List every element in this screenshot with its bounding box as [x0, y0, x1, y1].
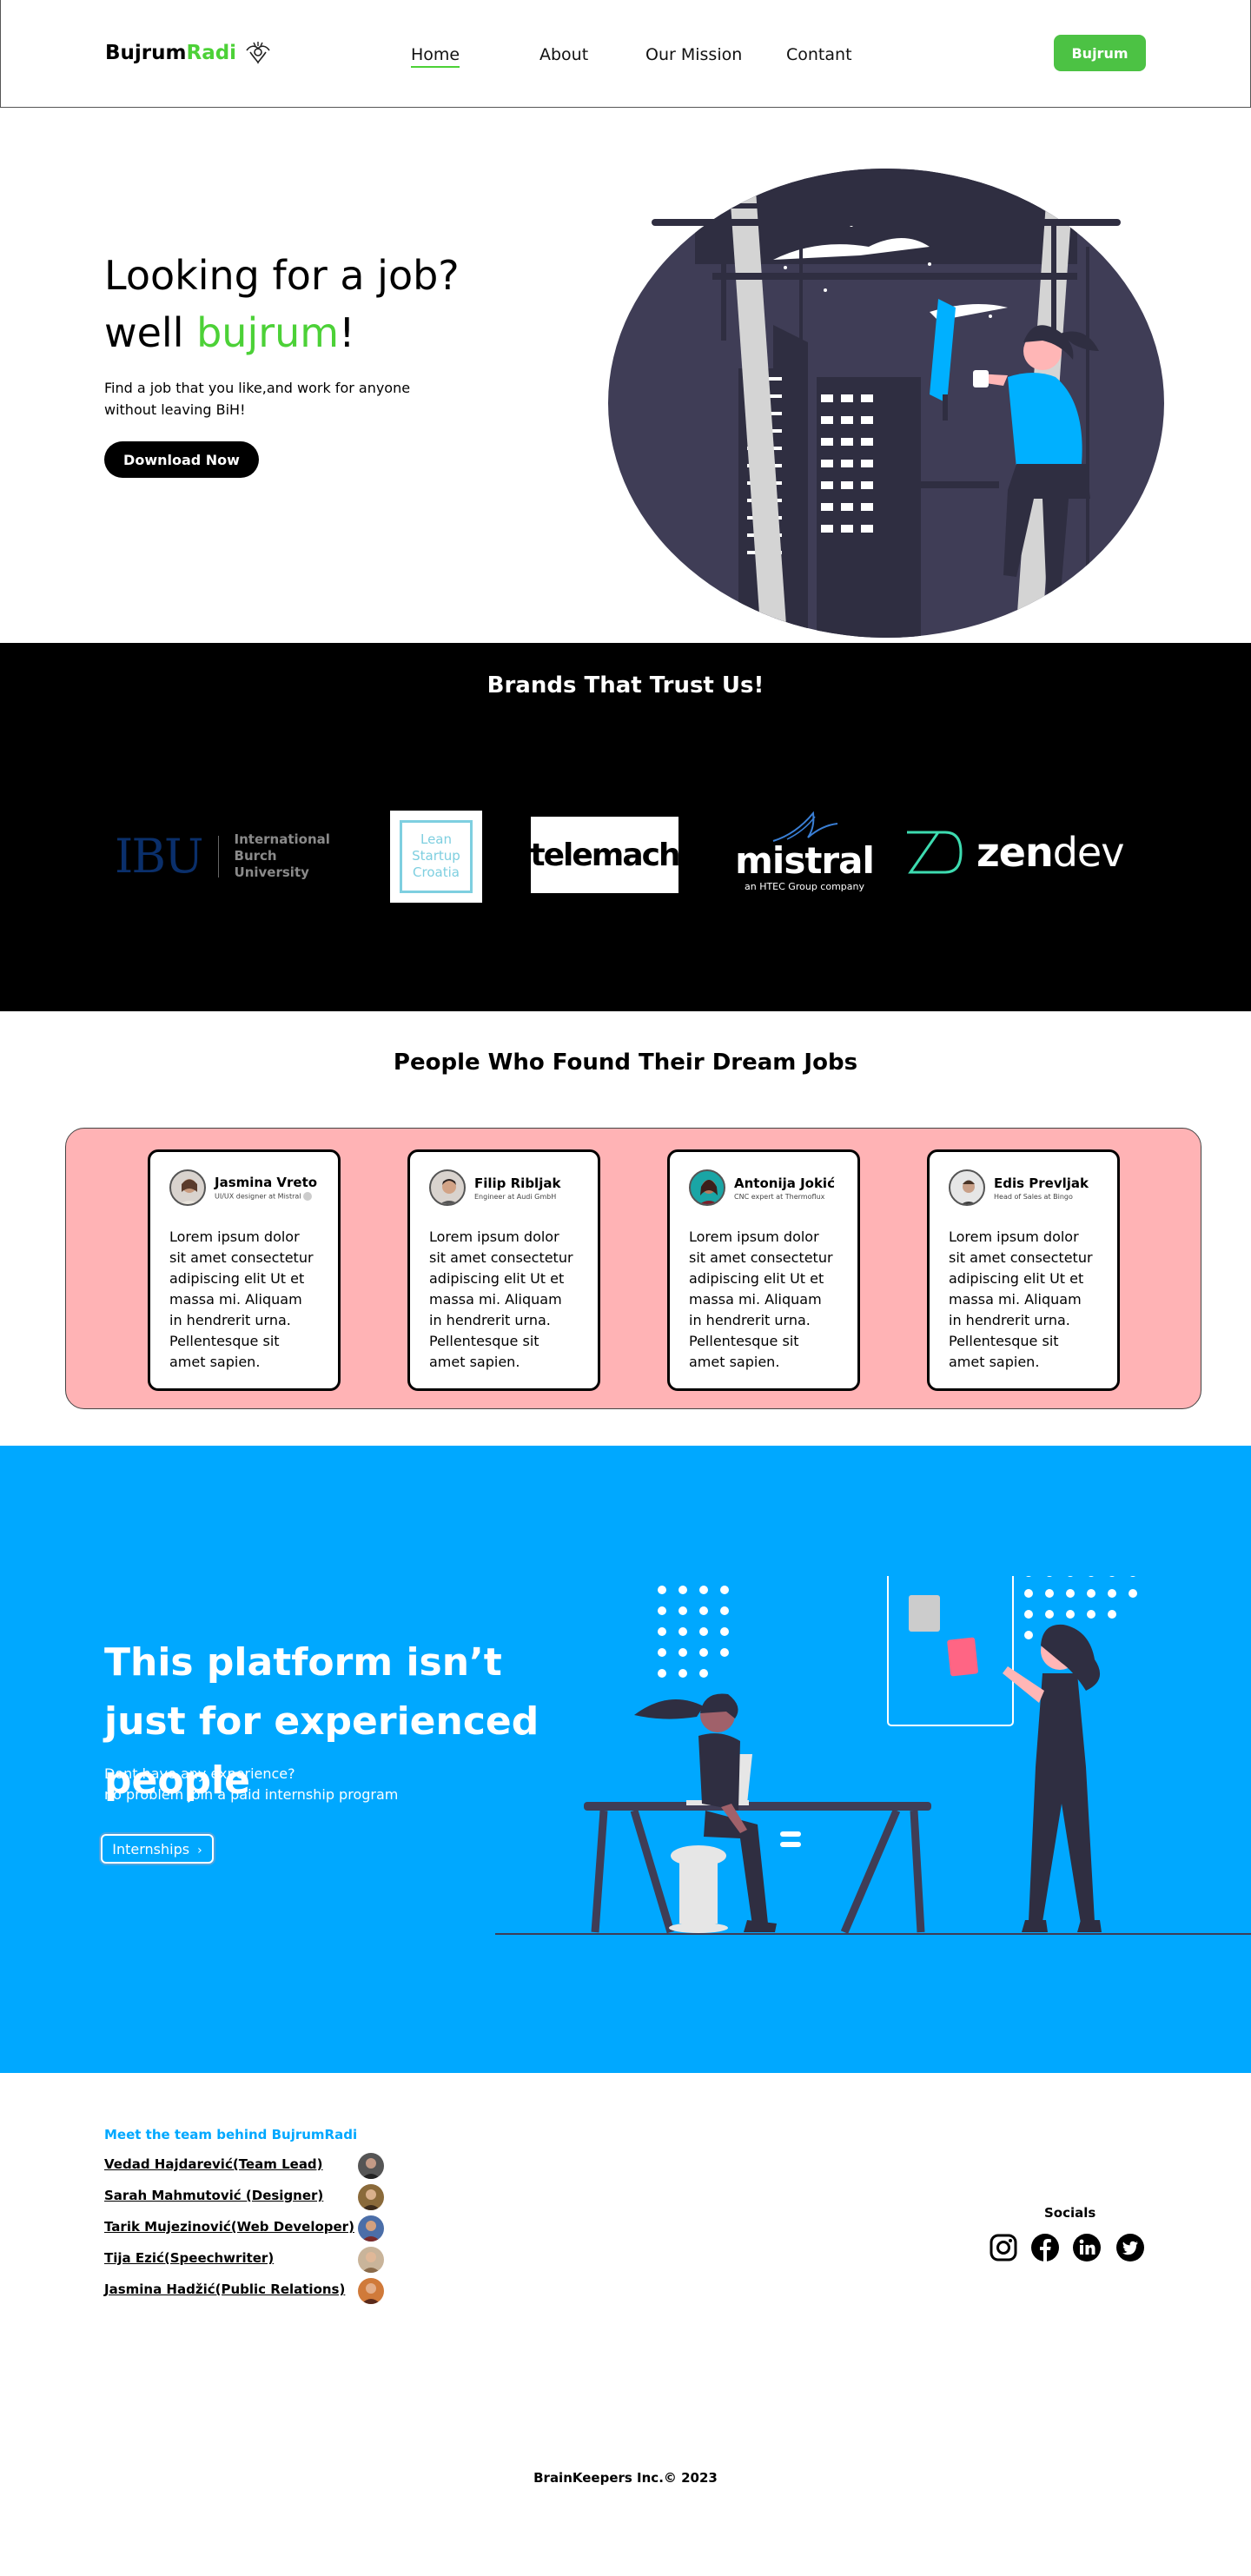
avatar [429, 1169, 466, 1206]
team-member-link[interactable]: Tija Ezić(Speechwriter) [104, 2250, 274, 2266]
nav-link-about[interactable]: About [539, 45, 588, 64]
team-member-link[interactable]: Jasmina Hadžić(Public Relations) [104, 2281, 345, 2297]
avatar [358, 2215, 384, 2242]
hero-title-line2-pre: well [104, 309, 197, 356]
lean-line-1: Lean [420, 831, 453, 847]
card-text: Lorem ipsum dolor sit amet consectetur a… [949, 1228, 1093, 1370]
logo-text-accent: Radi [186, 42, 237, 64]
card-role: Engineer at Audi GmbH [474, 1192, 557, 1201]
lean-startup-croatia-logo: Lean Startup Croatia [390, 811, 482, 903]
card-name: Jasmina Vreto [215, 1175, 318, 1190]
card-role-text: UI/UX designer at Mistral [215, 1192, 301, 1201]
avatar [689, 1169, 725, 1206]
card-role: Head of Sales at Bingo [994, 1192, 1073, 1201]
avatar [169, 1169, 206, 1206]
testimonials-panel: Jasmina Vreto UI/UX designer at Mistral … [65, 1128, 1201, 1409]
avatar [358, 2278, 384, 2304]
ibu-logo-text: International Burch University [235, 831, 330, 881]
internships-button[interactable]: Internships › [101, 1834, 214, 1864]
ibu-logo-mark: IBU [115, 829, 204, 884]
ibu-line-1: International [234, 831, 330, 847]
hero-title: Looking for a job? well bujrum! [104, 247, 460, 361]
telemach-logo: telemach [530, 817, 681, 893]
chevron-right-icon: › [197, 1843, 202, 1858]
avatar [949, 1169, 985, 1206]
lean-line-2: Startup [412, 848, 460, 864]
card-name: Edis Prevljak [994, 1175, 1089, 1191]
card-header: Edis Prevljak Head of Sales at Bingo [949, 1169, 1098, 1206]
download-now-button[interactable]: Download Now [104, 441, 259, 478]
mistral-text: mistral [735, 839, 875, 882]
ibu-line-2: Burch [234, 848, 277, 864]
logo-text-main: Bujrum [105, 42, 187, 64]
mistral-logo: mistral an HTEC Group company [735, 808, 875, 892]
card-header: Antonija Jokić CNC expert at Thermoflux [689, 1169, 838, 1206]
internships-button-label: Internships [112, 1840, 190, 1858]
site-footer: Meet the team behind BujrumRadi Vedad Ha… [0, 2073, 1251, 2576]
bujrum-button[interactable]: Bujrum [1054, 35, 1146, 71]
mistral-wing-icon [772, 811, 838, 842]
top-navbar: Bujrum Radi Home About Our Mission Contan… [0, 0, 1251, 108]
team-title: Meet the team behind BujrumRadi [104, 2127, 358, 2142]
brands-title: Brands That Trust Us! [486, 672, 764, 699]
team-member-link[interactable]: Vedad Hajdarević(Team Lead) [104, 2156, 323, 2172]
internship-text-line2: no problem join a paid internship progra… [104, 1786, 399, 1803]
hero-title-line2-post: ! [339, 309, 355, 356]
zendev-text-light: dev [1052, 829, 1125, 876]
hero-description: Find a job that you like,and work for an… [104, 380, 411, 418]
internship-section: This platform isn’t just for experienced… [0, 1446, 1251, 2073]
testimonials-title: People Who Found Their Dream Jobs [393, 1050, 858, 1076]
facebook-icon[interactable] [1030, 2233, 1060, 2262]
testimonial-card: Edis Prevljak Head of Sales at Bingo Lor… [927, 1149, 1120, 1391]
hero-title-line1: Looking for a job? [104, 252, 460, 299]
instagram-icon[interactable] [989, 2233, 1018, 2262]
ibu-line-3: University [234, 864, 309, 880]
lean-line-3: Croatia [413, 864, 460, 880]
hero-section: Looking for a job? well bujrum! Find a j… [0, 108, 1251, 643]
card-text: Lorem ipsum dolor sit amet consectetur a… [169, 1228, 314, 1370]
nav-link-contact[interactable]: Contant [786, 45, 852, 64]
card-text: Lorem ipsum dolor sit amet consectetur a… [429, 1228, 573, 1370]
ibu-logo: IBU International Burch University [115, 829, 330, 884]
mistral-subtitle: an HTEC Group company [744, 881, 864, 892]
card-header: Jasmina Vreto UI/UX designer at Mistral [169, 1169, 319, 1206]
card-name: Antonija Jokić [734, 1175, 835, 1191]
telemach-text: telemach [530, 837, 680, 873]
ibu-divider [217, 835, 219, 877]
team-member-link[interactable]: Tarik Mujezinović(Web Developer) [104, 2219, 354, 2235]
people-at-desk-illustration [495, 1576, 1251, 1935]
internship-text-line1: Dont have any experience? [104, 1765, 295, 1782]
avatar [358, 2153, 384, 2179]
zendev-logo: zen dev [904, 829, 1125, 876]
card-text: Lorem ipsum dolor sit amet consectetur a… [689, 1228, 833, 1370]
nav-link-our-mission[interactable]: Our Mission [645, 45, 742, 64]
internship-description: Dont have any experience? no problem joi… [104, 1764, 452, 1805]
testimonials-section: People Who Found Their Dream Jobs Jasmin… [0, 1011, 1251, 1446]
card-role: UI/UX designer at Mistral [215, 1192, 317, 1201]
socials-title: Socials [1044, 2205, 1096, 2221]
twitter-icon[interactable] [1115, 2233, 1145, 2262]
copyright: BrainKeepers Inc.© 2023 [533, 2470, 718, 2486]
zendev-text-bold: zen [976, 829, 1054, 876]
testimonial-card: Jasmina Vreto UI/UX designer at Mistral … [148, 1149, 341, 1391]
hero-title-accent: bujrum [196, 309, 340, 356]
zendev-mark-icon [907, 831, 963, 874]
woman-working-at-window-illustration [608, 169, 1164, 638]
linkedin-icon[interactable] [1072, 2233, 1102, 2262]
nav-link-home[interactable]: Home [411, 45, 460, 68]
mistral-badge-icon [303, 1192, 313, 1201]
handshake-icon [246, 42, 270, 64]
avatar [358, 2184, 384, 2210]
lean-startup-box: Lean Startup Croatia [400, 820, 473, 893]
team-member-link[interactable]: Sarah Mahmutović (Designer) [104, 2188, 323, 2203]
card-header: Filip Ribljak Engineer at Audi GmbH [429, 1169, 579, 1206]
card-role: CNC expert at Thermoflux [734, 1192, 825, 1201]
testimonial-card: Antonija Jokić CNC expert at Thermoflux … [667, 1149, 860, 1391]
avatar [358, 2247, 384, 2273]
testimonial-card: Filip Ribljak Engineer at Audi GmbH Lore… [407, 1149, 600, 1391]
site-logo[interactable]: Bujrum Radi [105, 38, 273, 68]
brands-section: Brands That Trust Us! IBU International … [0, 643, 1251, 1011]
card-name: Filip Ribljak [474, 1175, 561, 1191]
